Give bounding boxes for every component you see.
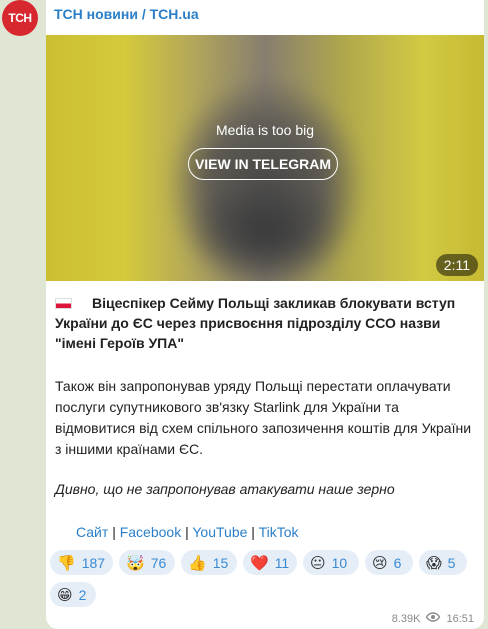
avatar-label: ТСН [8, 11, 32, 25]
post-paragraph: Також він запропонував уряду Польщі пере… [55, 378, 472, 457]
message-footer: 8.39K 16:51 [392, 612, 474, 625]
reaction-crying-face[interactable]: 😢 6 [365, 550, 413, 575]
video-duration: 2:11 [435, 254, 478, 276]
reaction-count: 6 [393, 554, 402, 571]
view-count: 8.39K [391, 612, 421, 625]
reaction-thumbs-down[interactable]: 👎 187 [50, 550, 113, 575]
neutral-face-icon: 😐 [310, 553, 326, 572]
grin-face-icon: 😁 [57, 585, 73, 604]
post-italic-note: Дивно, що не запропонував атакувати наше… [55, 481, 395, 497]
channel-name[interactable]: ТСН новини / TCH.ua [54, 6, 199, 22]
reaction-thumbs-up[interactable]: 👍 15 [181, 550, 237, 575]
reaction-heart[interactable]: ❤️ 11 [243, 550, 297, 575]
reaction-count: 5 [447, 554, 456, 571]
view-in-telegram-button[interactable]: VIEW IN TELEGRAM [188, 148, 338, 180]
link-separator: | [185, 524, 189, 540]
link-facebook[interactable]: Facebook [120, 524, 181, 540]
eye-icon [426, 612, 441, 625]
post-headline: Віцеспікер Сейму Польщі закликав блокува… [55, 293, 475, 353]
reaction-count: 187 [81, 554, 106, 571]
mind-blown-icon: 🤯 [126, 553, 145, 572]
video-preview[interactable]: Media is too big VIEW IN TELEGRAM 2:11 [46, 35, 484, 281]
thumbs-down-icon: 👎 [57, 553, 76, 572]
heart-icon: ❤️ [250, 553, 269, 572]
reaction-count: 11 [274, 554, 290, 571]
reaction-count: 10 [331, 554, 348, 571]
link-site[interactable]: Сайт [76, 524, 108, 540]
reaction-count: 76 [150, 554, 167, 571]
message-time: 16:51 [446, 612, 474, 625]
reaction-count: 2 [78, 586, 87, 603]
media-too-big-notice: Media is too big [215, 122, 315, 138]
reaction-neutral-face[interactable]: 😐 10 [303, 550, 359, 575]
reaction-mind-blown[interactable]: 🤯 76 [119, 550, 175, 575]
scream-face-icon: 😱 [426, 553, 442, 572]
crying-face-icon: 😢 [372, 553, 388, 572]
poland-flag-icon [55, 298, 72, 309]
reaction-grin-face[interactable]: 😁 2 [50, 582, 96, 607]
reaction-scream-face[interactable]: 😱 5 [419, 550, 467, 575]
link-tiktok[interactable]: TikTok [259, 524, 299, 540]
channel-avatar[interactable]: ТСН [2, 0, 38, 36]
link-youtube[interactable]: YouTube [192, 524, 247, 540]
thumbs-up-icon: 👍 [188, 553, 207, 572]
social-links: Сайт | Facebook | YouTube | TikTok [76, 524, 299, 540]
reaction-count: 15 [212, 554, 229, 571]
headline-text: Віцеспікер Сейму Польщі закликав блокува… [55, 295, 456, 351]
link-separator: | [112, 524, 116, 540]
link-separator: | [251, 524, 255, 540]
message-bubble: ТСН новини / TCH.ua Media is too big VIE… [46, 0, 484, 629]
